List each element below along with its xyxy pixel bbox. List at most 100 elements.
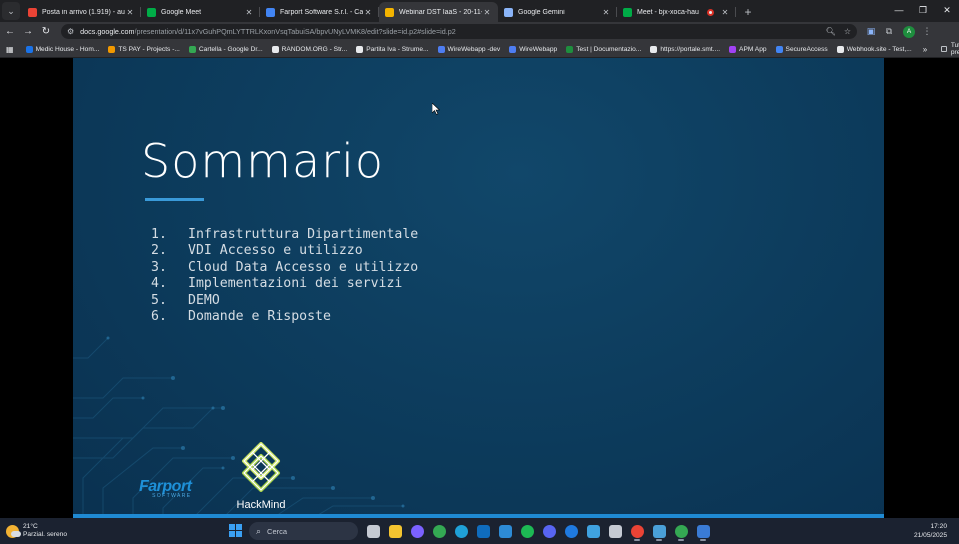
bookmark-item[interactable]: https://portale.smt....	[650, 45, 720, 53]
outlook-icon[interactable]	[472, 521, 494, 541]
agenda-text: Implementazioni dei servizi	[188, 276, 403, 292]
bookmark-label: SecureAccess	[785, 45, 828, 53]
vpn-icon[interactable]	[604, 521, 626, 541]
address-bar[interactable]: ⚙ docs.google.com /presentation/d/11x7vG…	[61, 24, 857, 39]
tab-list: Posta in arrivo (1.919) - augusto✕Google…	[22, 2, 736, 22]
site-info-icon[interactable]: ⚙	[67, 27, 74, 36]
agenda-item: 1. Infrastruttura Dipartimentale	[151, 227, 418, 243]
chrome-active-icon[interactable]	[670, 521, 692, 541]
task-view-icon[interactable]	[362, 521, 384, 541]
bookmark-label: Partita Iva - Strume...	[366, 45, 429, 53]
bookmark-item[interactable]: Medic House - Hom...	[25, 45, 99, 53]
discord-icon[interactable]	[538, 521, 560, 541]
agenda-item: 6. Domande e Risposte	[151, 309, 418, 325]
copilot-icon-glyph	[410, 524, 424, 538]
edge-icon-glyph	[454, 524, 468, 538]
calendar-icon	[266, 7, 275, 17]
agenda-item: 2. VDI Accesso e utilizzo	[151, 243, 418, 259]
all-bookmarks-button[interactable]: Tutti i preferiti	[941, 42, 959, 56]
bookmark-label: WireWebapp -dev	[447, 45, 501, 53]
tab[interactable]: Posta in arrivo (1.919) - augusto✕	[22, 2, 141, 22]
arc-icon[interactable]	[560, 521, 582, 541]
clock-time: 17:20	[930, 523, 947, 530]
close-tab-icon[interactable]: ✕	[720, 8, 730, 17]
bookmark-item[interactable]: APM App	[729, 45, 767, 53]
agenda-number: 1.	[151, 227, 167, 242]
minimize-button[interactable]: —	[887, 0, 911, 22]
microsoft-store-icon[interactable]	[494, 521, 516, 541]
teams-icon[interactable]	[648, 521, 670, 541]
tab[interactable]: Google Meet ✕	[141, 2, 260, 22]
window-controls: — ❐ ✕	[887, 0, 959, 22]
plus-icon: +	[744, 5, 752, 19]
bookmark-item[interactable]: TS PAY - Projects -...	[108, 45, 180, 53]
zoom-icon[interactable]: 🔍︎	[826, 27, 836, 36]
back-button[interactable]: ←	[1, 26, 19, 37]
bookmark-item[interactable]: WireWebapp -dev	[437, 45, 501, 53]
task-view-icon-glyph	[366, 524, 380, 538]
bookmark-item[interactable]: Partita Iva - Strume...	[356, 45, 429, 53]
bookmark-item[interactable]: SecureAccess	[775, 45, 828, 53]
close-tab-icon[interactable]: ✕	[601, 8, 611, 17]
slide[interactable]: Sommario 1. Infrastruttura Dipartimentale…	[73, 58, 884, 518]
agenda-item: 3. Cloud Data Accesso e utilizzo	[151, 260, 418, 276]
file-explorer-icon-glyph	[388, 524, 402, 538]
bookmark-item[interactable]: RANDOM.ORG - Str...	[271, 45, 347, 53]
close-tab-icon[interactable]: ✕	[482, 8, 492, 17]
discord-icon-glyph	[542, 524, 556, 538]
new-tab-button[interactable]: +	[740, 4, 756, 20]
reload-button[interactable]: ↻	[37, 26, 55, 37]
chrome-active-icon-glyph	[674, 524, 688, 538]
agenda-number: 6.	[151, 309, 167, 325]
system-clock[interactable]: 17:20 21/05/2025	[914, 522, 947, 540]
bookmark-item[interactable]: Cartella - Google Dr...	[188, 45, 263, 53]
apps-grid-icon[interactable]: ▦	[6, 45, 14, 54]
bookmark-item[interactable]: Test | Documentazio...	[566, 45, 642, 53]
close-tab-icon[interactable]: ✕	[125, 8, 135, 17]
tab[interactable]: Farport Software S.r.l. - Calendar✕	[260, 2, 379, 22]
profile-avatar[interactable]: A	[903, 25, 915, 38]
restore-button[interactable]: ❐	[911, 0, 935, 22]
agenda-number: 4.	[151, 276, 167, 292]
bookmark-favicon-icon	[271, 45, 279, 53]
gemini-icon	[504, 7, 513, 17]
arc-icon-glyph	[564, 524, 578, 538]
bookmark-favicon-icon	[356, 45, 364, 53]
all-bookmarks-label: Tutti i preferiti	[950, 42, 959, 56]
close-tab-icon[interactable]: ✕	[244, 8, 254, 17]
bookmarks-overflow-button[interactable]: »	[923, 45, 927, 54]
title-underline	[145, 198, 204, 201]
copilot-icon[interactable]	[406, 521, 428, 541]
edge-icon[interactable]	[450, 521, 472, 541]
chrome-profile-icon[interactable]	[626, 521, 648, 541]
file-explorer-icon[interactable]	[384, 521, 406, 541]
agenda-text: Cloud Data Accesso e utilizzo	[188, 259, 419, 275]
forward-button[interactable]: →	[19, 26, 37, 37]
bookmark-item[interactable]: Webhook.site - Test,...	[836, 45, 912, 53]
tab[interactable]: Meet - bjx-xoca-hau ✕	[617, 2, 736, 22]
browser-menu-icon[interactable]: ⋮	[919, 26, 935, 37]
spotify-icon[interactable]	[516, 521, 538, 541]
tab-search-button[interactable]: ⌄	[2, 2, 20, 20]
gmail-icon	[28, 7, 37, 17]
extension-icon[interactable]: ▣	[863, 26, 879, 37]
chrome-icon[interactable]	[428, 521, 450, 541]
bookmark-label: Test | Documentazio...	[576, 45, 642, 53]
close-tab-icon[interactable]: ✕	[363, 8, 373, 17]
windows-start-button[interactable]	[229, 524, 242, 537]
taskbar-search[interactable]: ⌕ Cerca	[249, 522, 358, 540]
close-window-button[interactable]: ✕	[935, 0, 959, 22]
tab-active[interactable]: Webinar DST IaaS - 20-11-24 - Presentazi…	[379, 2, 498, 22]
browser-toolbar: ← → ↻ ⚙ docs.google.com /presentation/d/…	[0, 22, 959, 41]
browser-tab-strip: ⌄ Posta in arrivo (1.919) - augusto✕Goog…	[0, 0, 959, 22]
tab[interactable]: Google Gemini ✕	[498, 2, 617, 22]
mouse-cursor-icon	[432, 103, 440, 115]
notepad-icon[interactable]	[582, 521, 604, 541]
weather-widget[interactable]: 21°C Parzial. sereno	[6, 523, 126, 539]
shield-app-icon[interactable]	[692, 521, 714, 541]
bookmark-item[interactable]: WireWebapp	[509, 45, 557, 53]
extensions-puzzle-icon[interactable]: ⧉	[881, 26, 897, 37]
bookmark-star-icon[interactable]: ☆	[844, 27, 851, 36]
weather-description: Parzial. sereno	[23, 531, 67, 538]
bookmark-favicon-icon	[775, 45, 783, 53]
